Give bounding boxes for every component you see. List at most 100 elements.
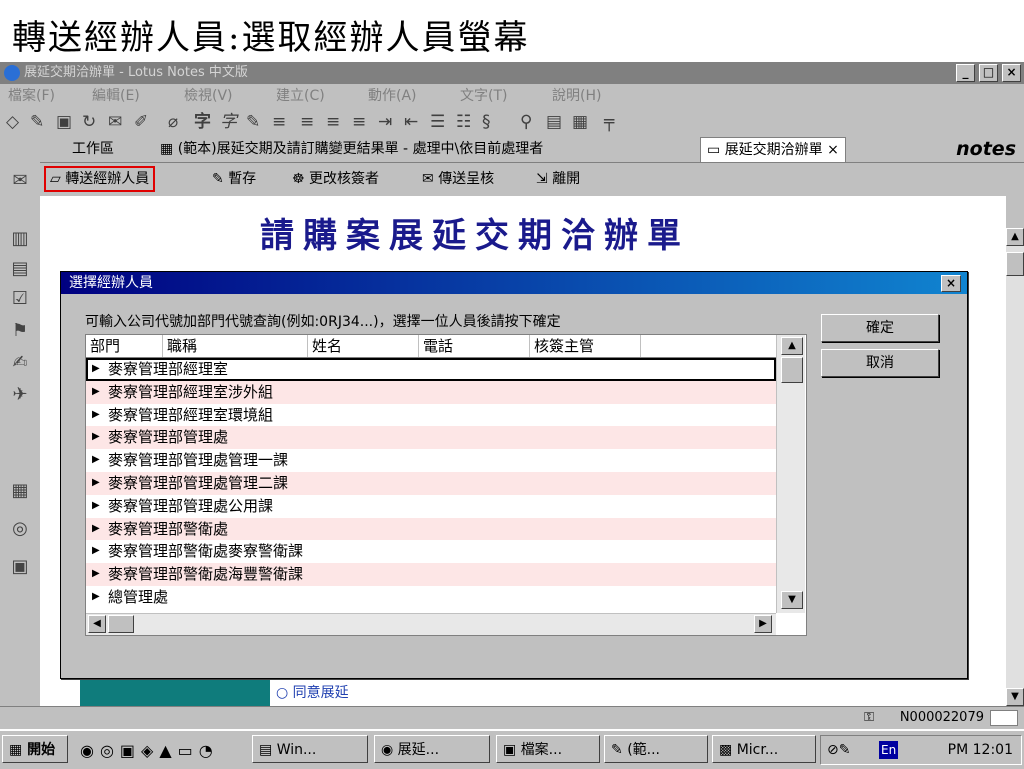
address-book-icon[interactable]: ▤ — [8, 258, 32, 280]
change-signer-button[interactable]: ☸ 更改核簽者 — [292, 165, 379, 193]
tab-workspace[interactable]: 工作區 — [72, 136, 114, 162]
expand-arrow-icon[interactable]: ▶ — [92, 426, 100, 448]
list-item[interactable]: ▶ 總管理處 — [86, 586, 776, 609]
list-item[interactable]: ▶ 麥寮管理部警衛處麥寮警衛課 — [86, 540, 776, 563]
personnel-list[interactable]: 部門 職稱 姓名 電話 核簽主管 ▶ 麥寮管理部經理室 ▶ 麥寮管理部經理室涉外組 … — [85, 334, 807, 636]
history-icon[interactable]: ◎ — [8, 518, 32, 540]
list-item[interactable]: ▶ 麥寮管理部管理處管理一課 — [86, 449, 776, 472]
list-item[interactable]: ▶ 麥寮管理部管理處公用課 — [86, 495, 776, 518]
expand-arrow-icon[interactable]: ▶ — [92, 540, 100, 562]
numbered-list-icon[interactable]: ☷ — [456, 112, 471, 132]
dialog-close-button[interactable]: × — [941, 275, 961, 292]
align-center-icon[interactable]: ≡ — [326, 112, 340, 132]
minimize-button[interactable]: _ — [956, 64, 975, 82]
spell-check-icon[interactable]: § — [482, 112, 491, 132]
col-title[interactable]: 職稱 — [163, 335, 308, 357]
ok-button[interactable]: 確定 — [821, 314, 939, 342]
document-scrollbar[interactable]: ▲ ▼ — [1006, 228, 1024, 706]
scroll-thumb[interactable] — [1006, 252, 1024, 276]
bullet-list-icon[interactable]: ☰ — [430, 112, 445, 132]
taskbar-item[interactable]: ▣ 檔案... — [496, 735, 600, 763]
menu-create[interactable]: 建立(C) — [276, 84, 325, 108]
databases-icon[interactable]: ▦ — [8, 480, 32, 502]
expand-arrow-icon[interactable]: ▶ — [92, 404, 100, 426]
transfer-handler-button[interactable]: ▱ 轉送經辦人員 — [44, 166, 156, 192]
abc-icon[interactable]: ▤ — [546, 112, 562, 132]
menu-text[interactable]: 文字(T) — [460, 84, 507, 108]
layout-icon[interactable]: ╤ — [604, 112, 614, 132]
calendar-icon[interactable]: ▥ — [8, 228, 32, 250]
expand-arrow-icon[interactable]: ▶ — [92, 381, 100, 403]
web-icon[interactable]: ✈ — [8, 384, 32, 406]
mail-status-icon[interactable] — [990, 710, 1018, 726]
mail-icon[interactable]: ✉ — [8, 170, 32, 192]
list-item[interactable]: ▶ 麥寮管理部警衛處 — [86, 517, 776, 541]
expand-arrow-icon[interactable]: ▶ — [92, 358, 100, 380]
maximize-button[interactable]: □ — [979, 64, 998, 82]
expand-arrow-icon[interactable]: ▶ — [92, 472, 100, 494]
taskbar-item[interactable]: ✎ (範... — [604, 735, 708, 763]
taskbar-item[interactable]: ▤ Win... — [252, 735, 368, 763]
status-server-id[interactable]: N000022079 — [900, 707, 984, 729]
attach-icon[interactable]: ⌀ — [168, 112, 178, 132]
send-review-button[interactable]: ✉ 傳送呈核 — [422, 165, 494, 193]
col-phone[interactable]: 電話 — [419, 335, 530, 357]
todo-icon[interactable]: ☑ — [8, 288, 32, 310]
expand-arrow-icon[interactable]: ▶ — [92, 449, 100, 471]
list-hscroll-thumb[interactable] — [108, 615, 134, 633]
bold-icon[interactable]: 字 — [194, 112, 211, 132]
tray-icons[interactable]: ⊘✎ — [827, 736, 850, 764]
list-item[interactable]: ▶ 麥寮管理部警衛處海豐警衛課 — [86, 563, 776, 586]
scroll-up-icon[interactable]: ▲ — [1006, 228, 1024, 246]
menu-help[interactable]: 說明(H) — [552, 84, 601, 108]
outdent-icon[interactable]: ⇤ — [404, 112, 418, 132]
cancel-button[interactable]: 取消 — [821, 349, 939, 377]
save-draft-button[interactable]: ✎ 暫存 — [212, 165, 256, 193]
bookmark-icon[interactable]: ✎ — [30, 112, 44, 132]
list-item[interactable]: ▶ 麥寮管理部經理室環境組 — [86, 404, 776, 427]
list-item[interactable]: ▶ 麥寮管理部經理室涉外組 — [86, 380, 776, 404]
tab-close-icon[interactable]: × — [827, 142, 839, 158]
expand-arrow-icon[interactable]: ▶ — [92, 518, 100, 540]
list-scroll-left-icon[interactable]: ◀ — [88, 615, 106, 633]
tab-view-doc[interactable]: ▦ (範本)展延交期及請訂購變更結果單 - 處理中\依目前處理者 — [160, 136, 543, 162]
edit-icon[interactable]: ▣ — [56, 112, 72, 132]
menu-actions[interactable]: 動作(A) — [368, 84, 417, 108]
favorites-icon[interactable]: ✍ — [8, 352, 32, 374]
scroll-down-icon[interactable]: ▼ — [1006, 688, 1024, 706]
replica-icon[interactable]: ⚑ — [8, 320, 32, 342]
list-vertical-scrollbar[interactable]: ▲ ▼ — [776, 335, 805, 613]
menu-file[interactable]: 檔案(F) — [8, 84, 55, 108]
italic-icon[interactable]: 字 — [220, 112, 237, 132]
notes-icon[interactable]: ▣ — [8, 556, 32, 578]
table-icon[interactable]: ▦ — [572, 112, 588, 132]
list-item[interactable]: ▶ 麥寮管理部管理處管理二課 — [86, 471, 776, 495]
menu-view[interactable]: 檢視(V) — [184, 84, 233, 108]
list-item[interactable]: ▶ 麥寮管理部管理處 — [86, 426, 776, 450]
stamp-icon[interactable]: ✉ — [108, 112, 122, 132]
close-button[interactable]: × — [1002, 64, 1021, 82]
expand-arrow-icon[interactable]: ▶ — [92, 586, 100, 608]
font-icon[interactable]: ≡ — [272, 112, 286, 132]
quick-launch-icons[interactable]: ◉◎▣◈▲▭◔ — [80, 741, 219, 760]
refresh-icon[interactable]: ↻ — [82, 112, 96, 132]
col-supervisor[interactable]: 核簽主管 — [530, 335, 641, 357]
expand-arrow-icon[interactable]: ▶ — [92, 495, 100, 517]
list-scroll-right-icon[interactable]: ▶ — [754, 615, 772, 633]
list-item[interactable]: ▶ 麥寮管理部經理室 — [86, 358, 776, 381]
col-name[interactable]: 姓名 — [308, 335, 419, 357]
exit-button[interactable]: ⇲ 離開 — [536, 165, 580, 193]
expand-arrow-icon[interactable]: ▶ — [92, 563, 100, 585]
col-department[interactable]: 部門 — [86, 335, 163, 357]
menu-edit[interactable]: 編輯(E) — [92, 84, 140, 108]
taskbar-item[interactable]: ▩ Micr... — [712, 735, 816, 763]
align-right-icon[interactable]: ≡ — [352, 112, 366, 132]
list-scroll-up-icon[interactable]: ▲ — [781, 337, 803, 355]
link-icon[interactable]: ⚲ — [520, 112, 532, 132]
indent-icon[interactable]: ⇥ — [378, 112, 392, 132]
taskbar-item[interactable]: ◉ 展延... — [374, 735, 490, 763]
agree-extension-radio[interactable]: ○ 同意展延 — [276, 682, 349, 702]
list-scroll-down-icon[interactable]: ▼ — [781, 591, 803, 609]
back-icon[interactable]: ◇ — [6, 112, 19, 132]
pen-icon[interactable]: ✐ — [134, 112, 148, 132]
